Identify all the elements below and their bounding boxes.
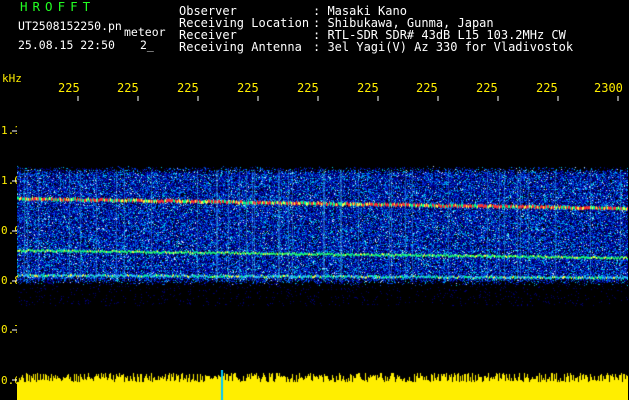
x-tick-label: 225 — [177, 81, 199, 95]
x-tick-label: 225 — [58, 81, 80, 95]
header-app-name: HROFFT — [20, 0, 96, 14]
x-tick-label: 225 — [237, 81, 259, 95]
x-tick-label: 225 — [416, 81, 438, 95]
signal-level-strip — [17, 370, 628, 400]
header-file-name: UT2508152250.pn — [18, 19, 122, 33]
x-tick-label: 225 — [117, 81, 139, 95]
header-sequence: 2_ — [140, 38, 154, 52]
x-tick-label: 225 — [357, 81, 379, 95]
x-tick-label: 2300 — [594, 81, 623, 95]
x-tick-label: 225 — [476, 81, 498, 95]
info-antenna-label: Receiving Antenna — [179, 40, 302, 54]
axis-unit-label: kHz — [2, 72, 22, 85]
spectrogram-canvas — [17, 98, 628, 400]
info-antenna-value: : 3el Yagi(V) Az 330 for Vladivostok — [313, 40, 574, 54]
x-tick-label: 225 — [536, 81, 558, 95]
x-tick-label: 225 — [297, 81, 319, 95]
header-mode: meteor — [124, 25, 166, 39]
header-datetime: 25.08.15 22:50 — [18, 38, 115, 52]
